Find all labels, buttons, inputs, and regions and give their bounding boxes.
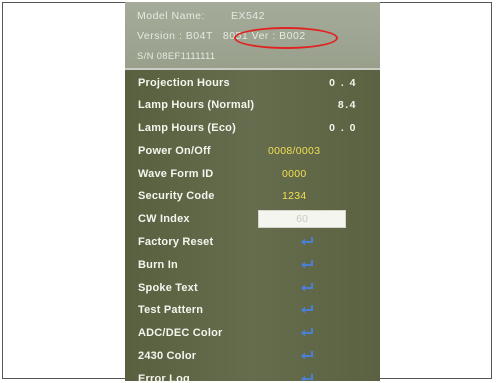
menu-label: Spoke Text	[138, 282, 198, 294]
enter-return-icon	[301, 260, 313, 269]
menu-row-error-log[interactable]: Error Log	[138, 370, 368, 381]
menu-value: 0 . 4	[329, 77, 357, 89]
enter-return-icon	[301, 374, 313, 381]
menu-row-2430-color[interactable]: 2430 Color	[138, 347, 368, 367]
model-name-value: EX542	[230, 10, 265, 22]
menu-row-projection-hours[interactable]: Projection Hours 0 . 4	[138, 74, 368, 94]
service-menu: Projection Hours 0 . 4 Lamp Hours (Norma…	[125, 70, 380, 381]
menu-label: Security Code	[138, 190, 215, 202]
menu-row-wave-form-id[interactable]: Wave Form ID 0000	[138, 165, 368, 185]
menu-value: 0008/0003	[268, 145, 321, 157]
menu-label: Error Log	[138, 373, 190, 381]
cw-index-field[interactable]: 60	[258, 210, 346, 228]
menu-row-burn-in[interactable]: Burn In	[138, 256, 368, 276]
info-panel: Model Name: EX542 Version : B04T 8051 Ver …	[125, 2, 380, 70]
enter-return-icon	[301, 305, 313, 314]
enter-return-icon	[301, 328, 313, 337]
model-name-line: Model Name: EX542	[137, 10, 265, 22]
menu-label: Lamp Hours (Eco)	[138, 122, 236, 134]
menu-value: 0 . 0	[329, 122, 357, 134]
menu-row-adc-dec-color[interactable]: ADC/DEC Color	[138, 324, 368, 344]
menu-value: 8.4	[337, 99, 357, 111]
menu-label: Lamp Hours (Normal)	[138, 99, 255, 111]
red-highlight-ellipse	[234, 27, 338, 49]
menu-label: 2430 Color	[138, 350, 197, 362]
menu-row-lamp-hours-normal[interactable]: Lamp Hours (Normal) 8.4	[138, 96, 368, 116]
cw-index-value: 60	[296, 213, 308, 225]
version-label: Version : B04T	[137, 30, 213, 42]
menu-value: 0000	[282, 168, 307, 180]
enter-return-icon	[301, 351, 313, 360]
menu-label: Test Pattern	[138, 304, 204, 316]
osd-service-menu-photo: Model Name: EX542 Version : B04T 8051 Ver …	[125, 2, 380, 381]
menu-row-cw-index[interactable]: CW Index 60	[138, 210, 368, 230]
menu-row-test-pattern[interactable]: Test Pattern	[138, 301, 368, 321]
model-name-label: Model Name:	[137, 10, 205, 22]
menu-label: Factory Reset	[138, 236, 214, 248]
menu-label: CW Index	[138, 213, 190, 225]
menu-row-spoke-text[interactable]: Spoke Text	[138, 279, 368, 299]
menu-label: Wave Form ID	[138, 168, 214, 180]
enter-return-icon	[301, 283, 313, 292]
menu-row-factory-reset[interactable]: Factory Reset	[138, 233, 368, 253]
menu-label: ADC/DEC Color	[138, 327, 223, 339]
menu-label: Power On/Off	[138, 145, 211, 157]
menu-label: Burn In	[138, 259, 178, 271]
serial-number: S/N 08EF1111111	[137, 51, 216, 62]
menu-value: 1234	[282, 190, 307, 202]
menu-row-power-on-off[interactable]: Power On/Off 0008/0003	[138, 142, 368, 162]
menu-row-security-code[interactable]: Security Code 1234	[138, 187, 368, 207]
enter-return-icon	[301, 237, 313, 246]
menu-label: Projection Hours	[138, 77, 230, 89]
menu-row-lamp-hours-eco[interactable]: Lamp Hours (Eco) 0 . 0	[138, 119, 368, 139]
